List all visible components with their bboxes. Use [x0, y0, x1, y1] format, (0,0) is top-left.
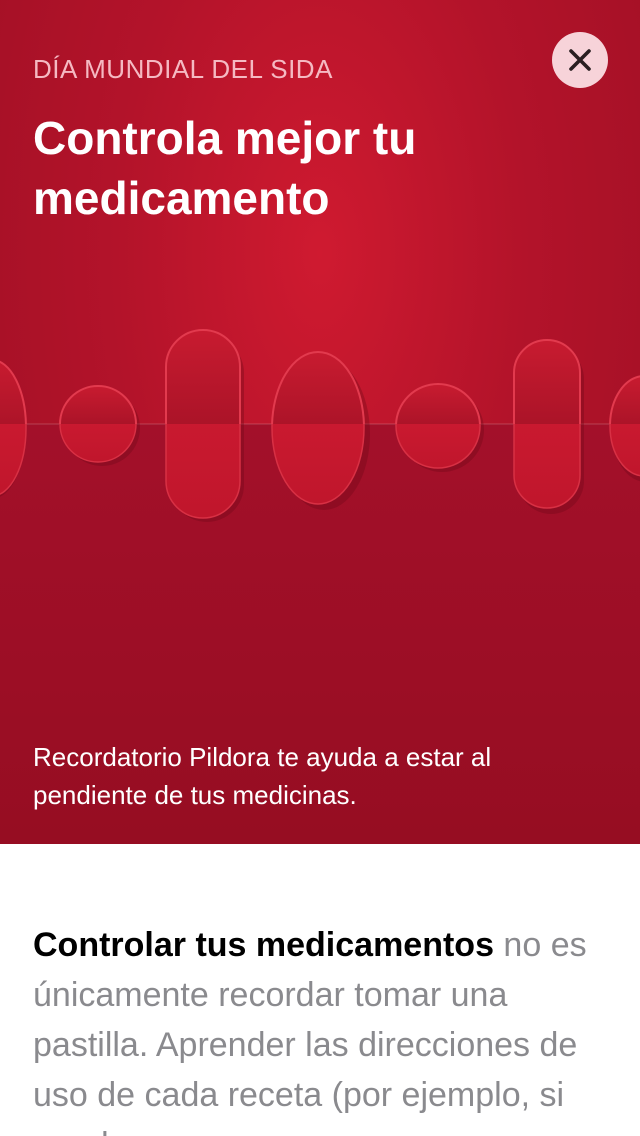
hero-banner: DÍA MUNDIAL DEL SIDA Controla mejor tu m… — [0, 0, 640, 844]
close-icon — [569, 49, 591, 71]
article-paragraph: Controlar tus medicamentos no es únicame… — [33, 920, 618, 1136]
hero-title: Controla mejor tu medicamento — [33, 112, 417, 224]
pill-illustration — [0, 329, 640, 522]
hero-eyebrow: DÍA MUNDIAL DEL SIDA — [33, 54, 333, 84]
close-button[interactable] — [552, 32, 608, 88]
article-lead: Controlar tus medicamentos — [33, 926, 494, 964]
hero-caption: Recordatorio Pildora te ayuda a estar al… — [33, 742, 492, 810]
